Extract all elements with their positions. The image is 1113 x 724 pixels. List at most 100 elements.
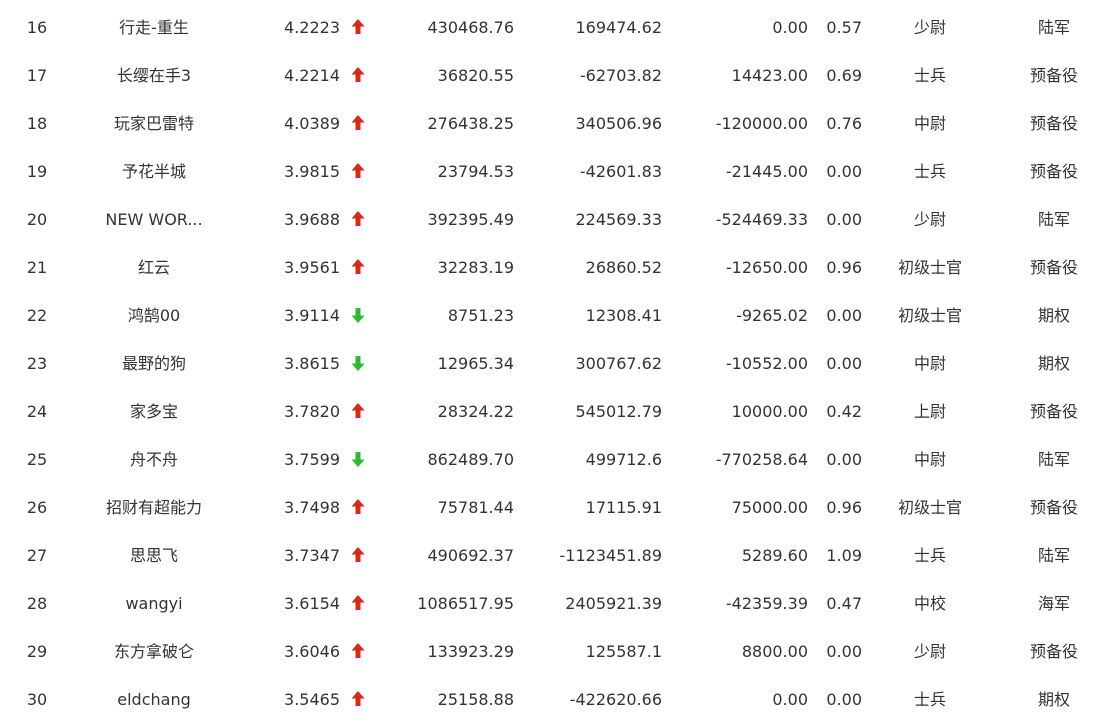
value1-cell: 75781.44 [437, 498, 514, 517]
military-rank-cell: 初级士官 [897, 498, 962, 517]
trend-up-icon [348, 148, 368, 196]
branch-cell: 陆军 [1037, 546, 1070, 565]
rank-cell: 30 [26, 690, 48, 709]
rank-cell: 28 [26, 594, 48, 613]
table-row[interactable]: 18 玩家巴雷特 4.0389 276438.25 340506.96 -120000.0… [0, 100, 1113, 148]
table-row[interactable]: 23 最野的狗 3.8615 12965.34 300767.62 -10552.00 0.… [0, 340, 1113, 388]
branch-cell: 陆军 [1037, 210, 1070, 229]
table-row[interactable]: 29 东方拿破仑 3.6046 133923.29 125587.1 8800.00 0.0… [0, 628, 1113, 676]
branch-cell: 预备役 [1029, 162, 1078, 181]
military-rank-cell: 上尉 [913, 402, 946, 421]
military-rank-cell: 少尉 [913, 642, 946, 661]
military-rank-cell: 中校 [913, 594, 946, 613]
table-row[interactable]: 21 红云 3.9561 32283.19 26860.52 -12650.00 0.96 初… [0, 244, 1113, 292]
ranking-table: 16 行走-重生 4.2223 430468.76 169474.62 0.00 0.57 少… [0, 0, 1113, 719]
score-cell: 3.8615 [284, 354, 340, 373]
score-cell: 3.9688 [284, 210, 340, 229]
military-rank-cell: 中尉 [913, 354, 946, 373]
military-rank-cell: 中尉 [913, 114, 946, 133]
value1-cell: 12965.34 [437, 354, 514, 373]
table-row[interactable]: 16 行走-重生 4.2223 430468.76 169474.62 0.00 0.57 少… [0, 4, 1113, 52]
branch-cell: 期权 [1037, 690, 1070, 709]
value2-cell: 340506.96 [575, 114, 662, 133]
military-rank-cell: 少尉 [913, 18, 946, 37]
player-name-cell: 予花半城 [121, 162, 186, 181]
branch-cell: 陆军 [1037, 18, 1070, 37]
player-name-cell: 舟不舟 [129, 450, 178, 469]
value3-cell: 0.00 [772, 18, 808, 37]
trend-down-icon [348, 292, 368, 340]
value3-cell: -12650.00 [725, 258, 808, 277]
value2-cell: 125587.1 [585, 642, 662, 661]
value1-cell: 8751.23 [447, 306, 514, 325]
player-name-cell: 玩家巴雷特 [113, 114, 194, 133]
rank-cell: 17 [26, 66, 48, 85]
branch-cell: 预备役 [1029, 498, 1078, 517]
value1-cell: 25158.88 [437, 690, 514, 709]
value1-cell: 28324.22 [437, 402, 514, 421]
table-row[interactable]: 25 舟不舟 3.7599 862489.70 499712.6 -770258.64 0.… [0, 436, 1113, 484]
value2-cell: 2405921.39 [565, 594, 662, 613]
value4-cell: 0.00 [826, 162, 862, 181]
trend-up-icon [348, 628, 368, 676]
table-row[interactable]: 24 家多宝 3.7820 28324.22 545012.79 10000.00 0.42… [0, 388, 1113, 436]
value3-cell: 8800.00 [741, 642, 808, 661]
table-row[interactable]: 20 NEW WOR... 3.9688 392395.49 224569.33 -524… [0, 196, 1113, 244]
value3-cell: 5289.60 [741, 546, 808, 565]
branch-cell: 海军 [1037, 594, 1070, 613]
military-rank-cell: 士兵 [913, 66, 946, 85]
military-rank-cell: 初级士官 [897, 306, 962, 325]
value1-cell: 32283.19 [437, 258, 514, 277]
military-rank-cell: 士兵 [913, 546, 946, 565]
player-name-cell: 行走-重生 [119, 18, 189, 37]
rank-cell: 24 [26, 402, 48, 421]
table-row[interactable]: 26 招财有超能力 3.7498 75781.44 17115.91 75000.00 0.… [0, 484, 1113, 532]
table-row[interactable]: 27 思思飞 3.7347 490692.37 -1123451.89 5289.60 1.… [0, 532, 1113, 580]
rank-cell: 22 [26, 306, 48, 325]
branch-cell: 预备役 [1029, 402, 1078, 421]
value1-cell: 430468.76 [427, 18, 514, 37]
rank-cell: 23 [26, 354, 48, 373]
value2-cell: 224569.33 [575, 210, 662, 229]
rank-cell: 18 [26, 114, 48, 133]
score-cell: 3.7820 [284, 402, 340, 421]
value2-cell: -1123451.89 [559, 546, 662, 565]
table-row[interactable]: 28 wangyi 3.6154 1086517.95 2405921.39 -42359… [0, 580, 1113, 628]
rank-cell: 21 [26, 258, 48, 277]
value4-cell: 0.00 [826, 642, 862, 661]
trend-up-icon [348, 388, 368, 436]
branch-cell: 预备役 [1029, 66, 1078, 85]
value2-cell: 26860.52 [585, 258, 662, 277]
table-row[interactable]: 19 予花半城 3.9815 23794.53 -42601.83 -21445.00 0.… [0, 148, 1113, 196]
player-name-cell: 最野的狗 [121, 354, 186, 373]
table-row[interactable]: 17 长缨在手3 4.2214 36820.55 -62703.82 14423.00 0.… [0, 52, 1113, 100]
player-name-cell: NEW WOR... [105, 210, 203, 229]
player-name-cell: 家多宝 [129, 402, 178, 421]
trend-up-icon [348, 100, 368, 148]
score-cell: 4.2223 [284, 18, 340, 37]
value3-cell: -770258.64 [715, 450, 808, 469]
trend-up-icon [348, 676, 368, 724]
table-row[interactable]: 22 鸿鹄00 3.9114 8751.23 12308.41 -9265.02 0.00 初… [0, 292, 1113, 340]
score-cell: 3.6046 [284, 642, 340, 661]
value1-cell: 490692.37 [427, 546, 514, 565]
value2-cell: -62703.82 [579, 66, 662, 85]
player-name-cell: wangyi [125, 594, 183, 613]
value1-cell: 36820.55 [437, 66, 514, 85]
value1-cell: 133923.29 [427, 642, 514, 661]
trend-up-icon [348, 244, 368, 292]
branch-cell: 预备役 [1029, 258, 1078, 277]
branch-cell: 预备役 [1029, 642, 1078, 661]
value4-cell: 0.00 [826, 450, 862, 469]
military-rank-cell: 中尉 [913, 450, 946, 469]
value3-cell: 75000.00 [731, 498, 808, 517]
value3-cell: 10000.00 [731, 402, 808, 421]
player-name-cell: 思思飞 [129, 546, 178, 565]
table-row[interactable]: 30 eldchang 3.5465 25158.88 -422620.66 0.00 0.… [0, 676, 1113, 724]
value2-cell: 545012.79 [575, 402, 662, 421]
score-cell: 3.9815 [284, 162, 340, 181]
trend-up-icon [348, 580, 368, 628]
player-name-cell: 东方拿破仑 [113, 642, 194, 661]
value4-cell: 0.00 [826, 354, 862, 373]
player-name-cell: 长缨在手3 [116, 66, 192, 85]
